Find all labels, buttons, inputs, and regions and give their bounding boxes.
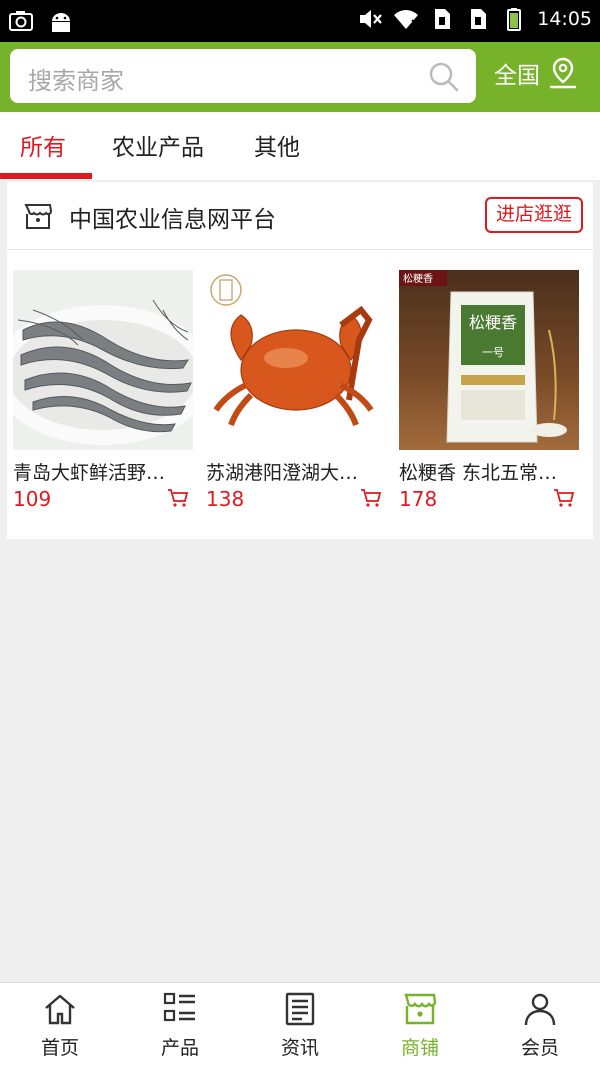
nav-member-label: 会员 <box>520 1037 559 1059</box>
visit-store-button[interactable]: 进店逛逛 <box>485 197 583 233</box>
search-placeholder: 搜索商家 <box>28 67 124 95</box>
sim2-icon <box>471 9 487 29</box>
screenshot-icon <box>9 11 33 31</box>
product-card[interactable]: 青岛大虾鲜活野… 109 <box>13 270 193 511</box>
category-tabs: 所有 农业产品 其他 <box>0 112 600 180</box>
tab-agriculture[interactable]: 农业产品 <box>112 128 204 162</box>
product-card[interactable]: 苏湖港阳澄湖大… 138 <box>206 270 386 511</box>
nav-home[interactable]: 首页 <box>20 991 100 1060</box>
product-name: 松粳香 东北五常… <box>399 462 558 484</box>
rice-brand-tag: 松粳香 <box>403 272 433 285</box>
home-icon <box>45 994 75 1025</box>
product-name: 苏湖港阳澄湖大… <box>206 462 359 484</box>
product-image-shrimp[interactable] <box>13 270 193 450</box>
nav-products[interactable]: 产品 <box>140 991 220 1060</box>
store-icon <box>24 204 53 229</box>
mute-icon <box>360 10 383 28</box>
store-name: 中国农业信息网平台 <box>69 207 276 233</box>
location-pin-icon <box>549 57 577 89</box>
nav-shops[interactable]: 商铺 <box>380 991 460 1060</box>
cart-icon[interactable] <box>553 488 575 508</box>
header: 搜索商家 全国 <box>0 42 600 112</box>
product-card[interactable]: 松粳香 松粳香 一号 松粳香 东北五常… 178 <box>399 270 579 511</box>
tab-all[interactable]: 所有 <box>20 128 66 162</box>
android-icon <box>52 13 70 32</box>
store-card: 中国农业信息网平台 进店逛逛 青岛大虾鲜活野… 109 苏湖港阳澄湖大… 138… <box>7 182 593 539</box>
product-name: 青岛大虾鲜活野… <box>13 462 166 484</box>
bottom-nav: 首页 产品 资讯 商铺 会员 <box>0 982 600 1067</box>
nav-home-label: 首页 <box>40 1037 79 1059</box>
cart-icon[interactable] <box>360 488 382 508</box>
news-icon <box>285 992 315 1026</box>
status-bar: 14:05 <box>0 0 600 42</box>
rice-bag-sub: 一号 <box>482 346 504 359</box>
search-input[interactable]: 搜索商家 <box>10 49 476 103</box>
shop-icon <box>404 993 437 1025</box>
cart-icon[interactable] <box>167 488 189 508</box>
sim1-icon <box>435 9 451 29</box>
user-icon <box>524 993 556 1026</box>
region-selector[interactable]: 全国 <box>494 56 578 90</box>
search-icon[interactable] <box>428 61 460 93</box>
product-image-crab[interactable] <box>206 270 386 450</box>
nav-news-label: 资讯 <box>280 1037 319 1059</box>
store-header[interactable]: 中国农业信息网平台 进店逛逛 <box>7 182 593 250</box>
rice-bag-title: 松粳香 <box>469 313 517 332</box>
product-price: 138 <box>206 487 245 511</box>
battery-icon <box>507 8 522 31</box>
active-tab-indicator <box>0 173 92 179</box>
wifi-icon <box>394 10 419 30</box>
product-image-rice[interactable]: 松粳香 松粳香 一号 <box>399 270 579 450</box>
nav-news[interactable]: 资讯 <box>260 991 340 1060</box>
nav-products-label: 产品 <box>160 1037 199 1059</box>
tab-other[interactable]: 其他 <box>254 128 300 162</box>
product-price: 109 <box>13 487 52 511</box>
nav-shops-label: 商铺 <box>400 1037 439 1059</box>
clock: 14:05 <box>537 8 592 30</box>
nav-member[interactable]: 会员 <box>500 991 580 1060</box>
region-label: 全国 <box>494 63 540 89</box>
list-icon <box>163 992 195 1022</box>
product-price: 178 <box>399 487 438 511</box>
